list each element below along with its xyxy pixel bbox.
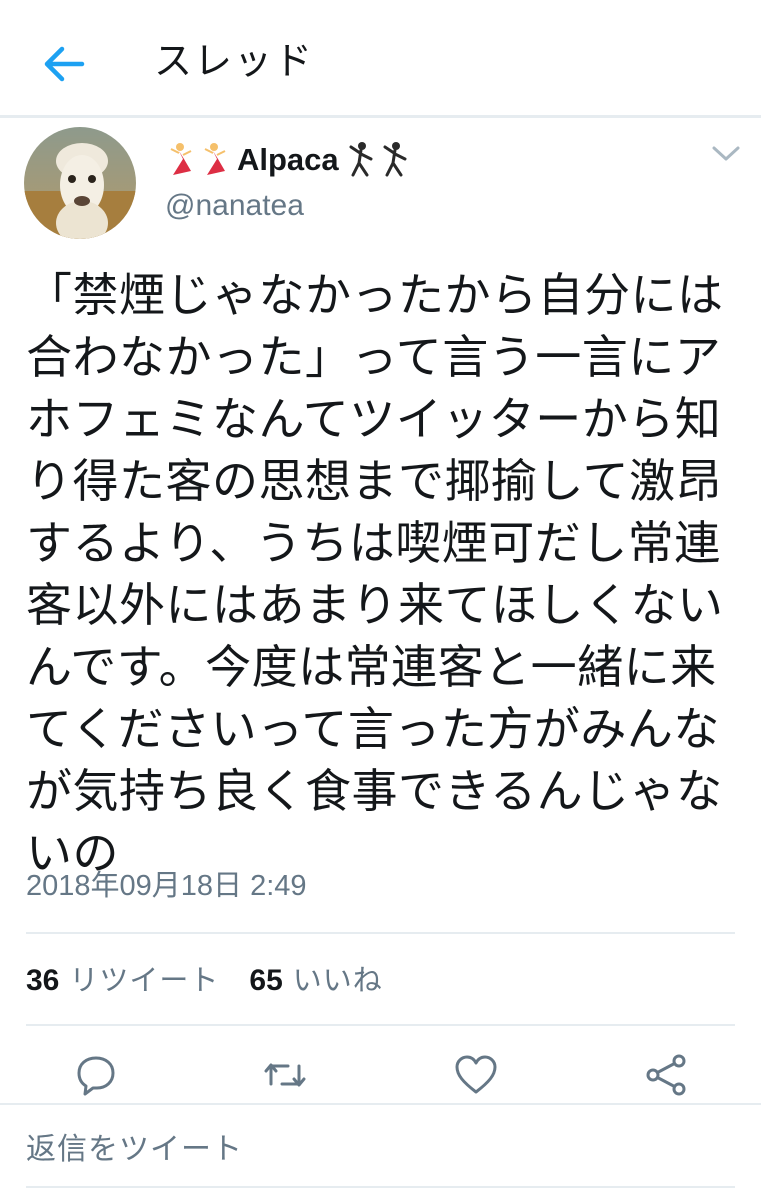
divider (0, 1103, 761, 1105)
avatar[interactable] (24, 127, 136, 239)
reply-underline (26, 1186, 735, 1188)
reply-input[interactable]: 返信をツイート (26, 1128, 243, 1172)
divider (26, 1024, 735, 1026)
display-name[interactable]: Alpaca (165, 140, 411, 180)
like-count[interactable]: 65 (249, 959, 282, 1003)
tweet-text: 「禁煙じゃなかったから自分には合わなかった」って言う一言にアホフェミなんてツイッ… (26, 268, 724, 880)
divider (26, 932, 735, 934)
arrow-left-icon[interactable] (38, 40, 90, 88)
like-icon[interactable] (453, 1052, 499, 1098)
engagement-stats: 36 リツイート 65 いいね (26, 958, 413, 1003)
like-label[interactable]: いいね (293, 958, 383, 1002)
share-icon[interactable] (643, 1052, 689, 1098)
reply-icon[interactable] (73, 1052, 119, 1098)
man-dancing-emoji (383, 142, 407, 177)
action-bar (0, 1048, 761, 1104)
display-name-text: Alpaca (237, 142, 339, 177)
page-title: スレッド (154, 39, 315, 83)
retweet-count[interactable]: 36 (26, 959, 59, 1003)
retweet-icon[interactable] (262, 1052, 308, 1098)
user-handle[interactable]: @nanatea (165, 186, 304, 226)
dancer-emoji (170, 143, 192, 175)
man-dancing-emoji (349, 142, 373, 177)
chevron-down-icon[interactable] (710, 142, 742, 166)
timestamp[interactable]: 2018年09月18日 2:49 (26, 866, 307, 906)
retweet-label[interactable]: リツイート (69, 958, 219, 1002)
top-bar: スレッド (0, 0, 761, 118)
dancer-emoji (204, 143, 226, 175)
